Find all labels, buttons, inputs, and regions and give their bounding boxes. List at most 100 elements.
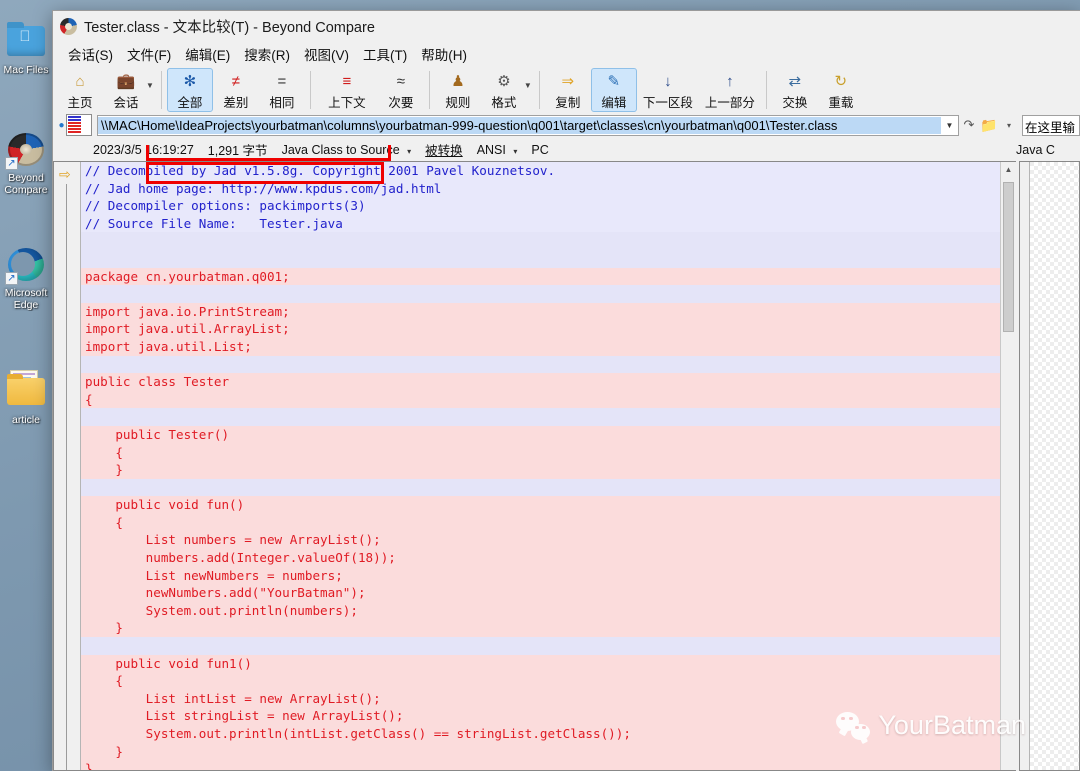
code-line[interactable]: List numbers = new ArrayList(); [81,531,1000,550]
pane-indicator-dot-icon: ● [58,119,65,131]
code-line[interactable] [81,249,1000,268]
folder-documents-icon [4,370,48,412]
desktop-icon-microsoft-edge[interactable]: ↗ Microsoft Edge [0,245,52,311]
toolbar-button-session[interactable]: 💼 会话 [103,68,149,112]
session-dropdown-caret-icon[interactable]: ▼ [146,68,154,112]
toolbar-separator [309,71,311,109]
open-folder-icon[interactable]: 📁 [979,117,999,134]
code-line[interactable]: // Decompiler options: packimports(3) [81,197,1000,215]
file-size: 1,291 字节 [207,144,268,158]
edge-icon: ↗ [4,245,48,285]
toolbar-button-all[interactable]: ✻ 全部 [166,68,213,112]
toolbar-label: 差别 [223,96,249,110]
file-encoding[interactable]: ANSI ▾ [477,143,518,157]
code-line[interactable]: { [81,390,1000,409]
code-line[interactable]: System.out.println(numbers); [81,601,1000,620]
code-line[interactable] [81,285,1000,303]
compare-panes: ⇨ // Decompiled by Jad v1.5.8g. Copyrigh… [53,161,1080,771]
menu-tools[interactable]: 工具(T) [356,42,414,66]
toolbar-button-minor[interactable]: ≈ 次要 [378,68,424,112]
code-line[interactable]: } [81,461,1000,479]
toolbar-button-next-section[interactable]: ↓ 下一区段 [637,68,699,112]
vertical-scrollbar[interactable]: ▲ [1000,162,1016,770]
file-format-converter[interactable]: Java Class to Source ▾ [282,143,412,157]
code-line[interactable]: // Decompiled by Jad v1.5.8g. Copyright … [81,162,1000,180]
arrow-right-icon: ⇒ [561,72,575,90]
code-line[interactable]: // Jad home page: http://www.kpdus.com/j… [81,179,1000,198]
code-line[interactable]: List intList = new ArrayList(); [81,689,1000,708]
refresh-arrow-icon[interactable]: ↷ [959,117,979,133]
scrollbar-thumb[interactable] [1003,182,1014,332]
desktop-icon-label: article [11,414,40,426]
toolbar-button-format[interactable]: ⚙ 格式 [481,68,527,112]
code-line[interactable]: } [81,760,1000,770]
right-pane-format-label: Java C [1016,142,1055,157]
toolbar-button-home[interactable]: ⌂ 主页 [57,68,103,112]
code-line[interactable] [81,232,1000,250]
menu-session[interactable]: 会话(S) [61,42,120,66]
beyond-compare-icon [60,17,77,35]
desktop-icon-mac-files[interactable]:  Mac Files [0,22,52,76]
toolbar-label: 格式 [491,96,517,110]
scroll-up-arrow-icon[interactable]: ▲ [1001,162,1016,174]
code-line[interactable]: import java.util.ArrayList; [81,320,1000,338]
code-line[interactable]: { [81,443,1000,462]
menu-help[interactable]: 帮助(H) [414,42,474,66]
beyond-compare-window: Tester.class - 文本比较(T) - Beyond Compare … [52,10,1080,771]
briefcase-icon: 💼 [116,72,136,90]
code-line[interactable] [81,478,1000,497]
code-line[interactable]: List newNumbers = numbers; [81,566,1000,585]
code-line[interactable]: // Source File Name: Tester.java [81,214,1000,233]
toolbar-button-edit[interactable]: ✎ 编辑 [590,68,637,112]
toolbar-button-differences[interactable]: ≠ 差别 [213,68,259,112]
toolbar-button-context[interactable]: ≡ 上下文 [316,68,378,112]
toolbar-label: 相同 [269,96,295,110]
right-editor-gutter [1020,162,1030,770]
code-content[interactable]: // Decompiled by Jad v1.5.8g. Copyright … [81,162,1000,770]
code-line[interactable]: { [81,672,1000,690]
format-dropdown-caret-icon[interactable]: ▼ [524,68,532,112]
toolbar-button-copy[interactable]: ⇒ 复制 [545,68,591,112]
code-line[interactable] [81,637,1000,655]
right-editor-empty-content[interactable] [1030,162,1079,770]
code-line[interactable]: public void fun() [81,496,1000,514]
toolbar-separator [160,71,162,109]
not-equal-icon: ≠ [231,72,241,90]
code-line[interactable]: } [81,742,1000,761]
code-line[interactable]: numbers.add(Integer.valueOf(18)); [81,549,1000,567]
code-line[interactable]: package cn.yourbatman.q001; [81,267,1000,286]
menu-search[interactable]: 搜索(R) [237,42,297,66]
code-line[interactable]: public class Tester [81,373,1000,391]
menu-file[interactable]: 文件(F) [120,42,178,66]
browse-caret-icon[interactable]: ▾ [999,121,1019,130]
desktop-icon-beyond-compare[interactable]: ↗ Beyond Compare [0,130,52,196]
code-line[interactable] [81,408,1000,426]
toolbar-button-swap[interactable]: ⇄ 交换 [772,68,818,112]
file-path-input[interactable]: \\MAC\Home\IdeaProjects\yourbatman\colum… [97,114,959,136]
path-bar: ● \\MAC\Home\IdeaProjects\yourbatman\col… [53,112,1080,138]
code-line[interactable] [81,355,1000,374]
desktop-icon-article[interactable]: article [0,370,52,426]
menu-view[interactable]: 视图(V) [297,42,356,66]
desktop-icon-label: Microsoft [4,287,48,299]
asterisk-icon: ✻ [183,72,197,90]
code-line[interactable]: import java.io.PrintStream; [81,302,1000,321]
code-line[interactable]: List stringList = new ArrayList(); [81,707,1000,725]
toolbar-button-previous-section[interactable]: ↑ 上一部分 [699,68,761,112]
toolbar-button-reload[interactable]: ↻ 重载 [818,68,864,112]
menu-edit[interactable]: 编辑(E) [178,42,237,66]
code-line[interactable]: newNumbers.add("YourBatman"); [81,584,1000,602]
code-line[interactable]: public void fun1() [81,654,1000,673]
code-line[interactable]: public Tester() [81,425,1000,444]
code-line[interactable]: import java.util.List; [81,337,1000,356]
code-line[interactable]: System.out.println(intList.getClass() ==… [81,725,1000,743]
code-line[interactable]: } [81,619,1000,638]
toolbar-button-rules[interactable]: ♟ 规则 [435,68,481,112]
window-title: Tester.class - 文本比较(T) - Beyond Compare [84,19,375,36]
code-line[interactable]: { [81,513,1000,532]
chevron-down-icon: ▾ [407,146,412,156]
right-pane-path-input[interactable]: 在这里输 [1022,114,1080,136]
chevron-down-icon[interactable]: ▼ [941,121,958,130]
toolbar-button-same[interactable]: = 相同 [259,68,305,112]
diff-overview-thumbnail[interactable] [66,114,92,136]
